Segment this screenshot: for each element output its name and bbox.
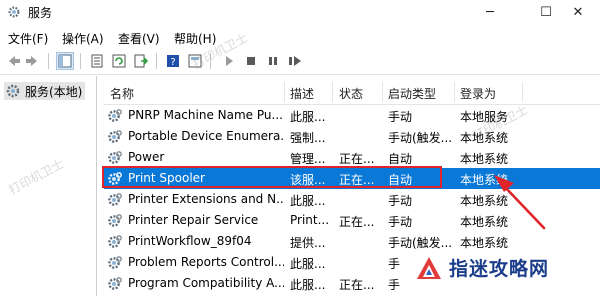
service-logon-as: 本地系统 [460,236,509,250]
menu-bar: 文件(F) 操作(A) 查看(V) 帮助(H) [0,27,600,47]
menu-file[interactable]: 文件(F) [8,30,48,47]
service-name: Problem Reports Control... [128,255,284,269]
service-description: 管理... [290,152,326,166]
close-button[interactable]: ✕ [556,0,600,24]
service-startup-type: 手动 [388,110,413,124]
service-name: Printer Repair Service [128,213,259,227]
logo-text: 指迷攻略网 [449,258,550,280]
pause-icon[interactable] [264,52,282,70]
service-description: 此服... [290,278,326,292]
service-name: Printer Extensions and N... [128,192,284,206]
highlight-box [102,166,442,188]
service-name: PNRP Machine Name Pu... [128,108,283,122]
service-status: 正在... [339,278,375,292]
window-title: 服务 [28,6,53,20]
service-status: 正在... [339,152,375,166]
menu-view[interactable]: 查看(V) [118,30,160,47]
service-name: PrintWorkflow_89f04 [128,234,252,248]
service-row[interactable]: PrintWorkflow_89f04 提供... 手动(触发... 本地系统 [104,231,600,252]
menu-action[interactable]: 操作(A) [62,30,104,47]
title-bar: 服务 ─ ☐ ✕ [0,0,600,24]
service-gear-icon [108,193,122,206]
annotation-arrow-icon [494,175,546,230]
logo-mark-icon [417,256,441,279]
help-icon[interactable]: ? [164,52,182,70]
service-startup-type: 手动(触发... [388,236,452,250]
service-name: Program Compatibility A... [128,276,284,290]
service-gear-icon [108,256,122,269]
list-header: 名称 描述 状态 启动类型 登录为 [104,80,600,105]
restart-icon[interactable] [286,52,304,70]
services-gear-icon [6,84,20,98]
service-name: Portable Device Enumera... [128,129,284,143]
service-description: Print... [290,213,330,227]
service-startup-type: 手动 [388,215,413,229]
stop-icon[interactable] [242,52,260,70]
site-logo: 指迷攻略网 [415,254,549,281]
service-gear-icon [108,277,122,290]
service-gear-icon [108,151,122,164]
minimize-button[interactable]: ─ [468,0,512,24]
service-startup-type: 手动(触发... [388,131,452,145]
services-gear-icon [8,6,20,18]
service-startup-type: 自动 [388,152,413,166]
service-description: 此服... [290,194,326,208]
column-header-name[interactable]: 名称 [110,85,134,102]
service-gear-icon [108,235,122,248]
column-header-status[interactable]: 状态 [339,85,363,102]
properties-icon[interactable] [88,52,106,70]
service-gear-icon [108,109,122,122]
forward-arrow-icon[interactable] [24,52,42,70]
service-row[interactable]: Portable Device Enumera... 强制... 手动(触发... 本… [104,126,600,147]
column-header-description[interactable]: 描述 [290,85,314,102]
service-status: 正在... [339,215,375,229]
service-description: 此服... [290,257,326,271]
service-gear-icon [108,214,122,227]
column-header-startup-type[interactable]: 启动类型 [388,85,436,102]
toolbar: ? [0,48,600,75]
service-name: Power [128,150,165,164]
refresh-icon[interactable] [110,52,128,70]
service-description: 提供... [290,236,326,250]
show-tree-icon[interactable] [56,52,74,70]
export-icon[interactable] [132,52,150,70]
back-arrow-icon[interactable] [4,52,22,70]
service-description: 强制... [290,131,326,145]
service-gear-icon [108,130,122,143]
service-description: 此服... [290,110,326,124]
service-startup-type: 手动 [388,194,413,208]
svg-text:?: ? [170,57,175,68]
tree-item-services-local[interactable]: 服务(本地) [4,82,86,100]
tree-item-label: 服务(本地) [25,84,83,99]
column-header-logon-as[interactable]: 登录为 [460,85,496,102]
menu-help[interactable]: 帮助(H) [174,30,216,47]
